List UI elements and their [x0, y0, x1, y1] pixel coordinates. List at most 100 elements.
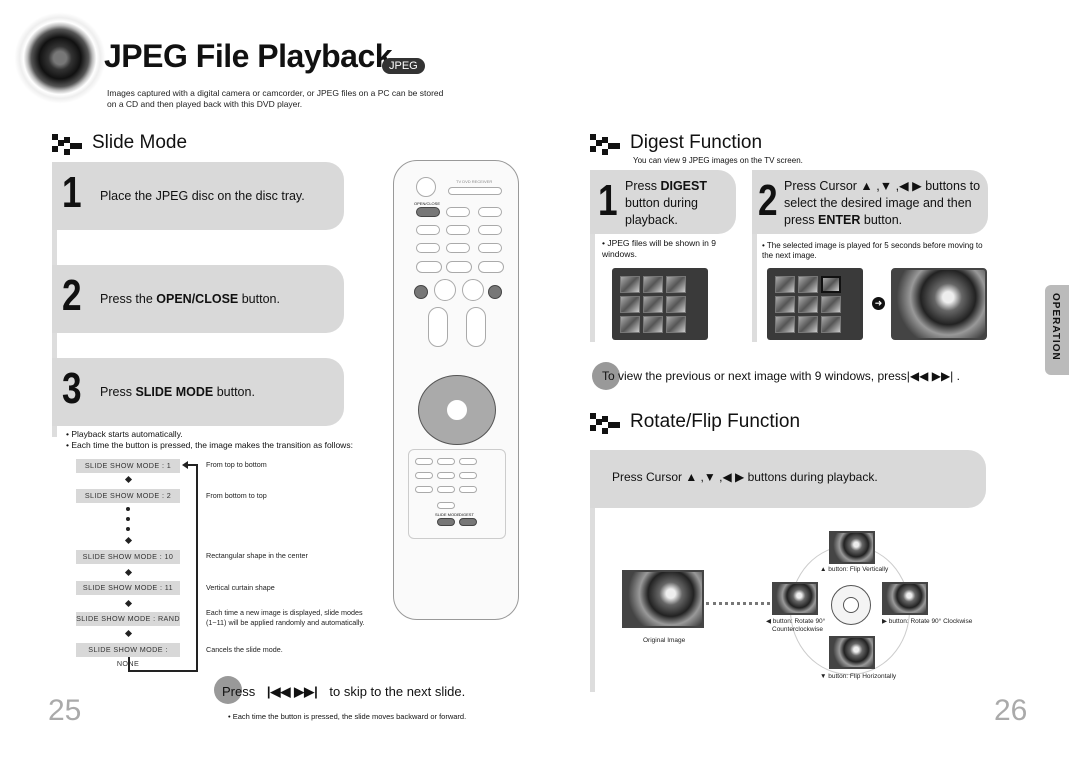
- key-2[interactable]: [437, 458, 455, 465]
- key-8[interactable]: [437, 486, 455, 493]
- slide-notes: • Playback starts automatically. • Each …: [66, 429, 353, 450]
- rotate-cw-image: [882, 582, 928, 615]
- flow-dot: [126, 527, 130, 531]
- step-number: 2: [758, 176, 778, 225]
- arrow-left-icon: [182, 461, 188, 469]
- cursor-pad-icon: [831, 585, 871, 625]
- section-arrows-icon: [590, 134, 624, 162]
- remote-label: TV DVD RECEIVER: [456, 179, 493, 184]
- digest-step-1-panel: 1 Press DIGEST button during playback.: [590, 170, 736, 234]
- flow-diamond: [124, 599, 133, 608]
- digest-note-2: • The selected image is played for 5 sec…: [762, 241, 983, 260]
- mode-desc: Cancels the slide mode.: [206, 645, 283, 654]
- dvd-button[interactable]: [416, 177, 436, 197]
- key-4[interactable]: [415, 472, 433, 479]
- digest-title: Digest Function: [630, 132, 763, 153]
- section-arrows-icon: [52, 134, 86, 162]
- mode-box: SLIDE SHOW MODE : RAND: [76, 612, 180, 626]
- stop-button[interactable]: [434, 279, 456, 301]
- dimmer-button[interactable]: [446, 207, 470, 217]
- repeat-button[interactable]: [478, 261, 504, 273]
- key-1[interactable]: [415, 458, 433, 465]
- page-title: JPEG File Playback: [104, 38, 393, 74]
- step-3-panel: 3 Press SLIDE MODE button.: [52, 358, 344, 426]
- play-pause-button[interactable]: [462, 279, 484, 301]
- rotate-ccw-image: [772, 582, 818, 615]
- left-caption: ◀ button: Rotate 90° Counterclockwise: [766, 618, 826, 633]
- loop-line: [196, 464, 198, 672]
- volume-rocker[interactable]: [428, 307, 448, 347]
- tuning-rocker[interactable]: [466, 307, 486, 347]
- intro-text: Images captured with a digital camera or…: [107, 88, 444, 109]
- step-number: 1: [598, 176, 618, 225]
- flow-diamond: [124, 629, 133, 638]
- skip-instruction: Press |◀◀ ▶▶| to skip to the next slide.: [222, 684, 466, 699]
- mode-desc: From bottom to top: [206, 491, 267, 500]
- step-button[interactable]: [416, 261, 442, 273]
- slow-button[interactable]: [446, 243, 470, 253]
- skip-note: • Each time the button is pressed, the s…: [228, 712, 467, 721]
- mode-box: SLIDE SHOW MODE : 2: [76, 489, 180, 503]
- original-image: [622, 570, 704, 628]
- key-6[interactable]: [459, 472, 477, 479]
- digest-top-button[interactable]: [446, 261, 472, 273]
- rotate-panel: Press Cursor ▲ ,▼ ,◀ ▶ buttons during pl…: [590, 450, 986, 508]
- right-caption: ▶ button: Rotate 90° Clockwise: [882, 618, 973, 625]
- digest-subtitle: You can view 9 JPEG images on the TV scr…: [633, 156, 803, 165]
- open-close-button[interactable]: [416, 207, 440, 217]
- prev-button[interactable]: [414, 285, 428, 299]
- step-number: 1: [62, 168, 82, 217]
- mode-box: SLIDE SHOW MODE : 10: [76, 550, 180, 564]
- remote-label: DIGEST: [459, 512, 474, 517]
- key-3[interactable]: [459, 458, 477, 465]
- mode-desc: From top to bottom: [206, 460, 267, 469]
- digest-tip: To view the previous or next image with …: [602, 369, 960, 383]
- ez-view-button[interactable]: [416, 243, 440, 253]
- step-number: 3: [62, 364, 82, 413]
- mode-switch[interactable]: [448, 187, 502, 195]
- enter-button[interactable]: [446, 399, 468, 421]
- next-button[interactable]: [488, 285, 502, 299]
- mode-box: SLIDE SHOW MODE : 1: [76, 459, 180, 473]
- flow-dot: [126, 507, 130, 511]
- band-button[interactable]: [446, 225, 470, 235]
- mode-button[interactable]: [478, 207, 502, 217]
- step-text: Press Cursor ▲ ,▼ ,◀ ▶ buttons to select…: [784, 179, 981, 227]
- section-arrows-icon: [590, 413, 624, 441]
- key-0[interactable]: [437, 502, 455, 509]
- slide-mode-title: Slide Mode: [92, 132, 188, 153]
- operation-tab: OPERATION: [1045, 285, 1069, 375]
- remote-label: SLIDE MODE: [435, 512, 460, 517]
- aux-button[interactable]: [478, 225, 502, 235]
- rotate-instruction: Press Cursor ▲ ,▼ ,◀ ▶ buttons during pl…: [612, 470, 878, 484]
- dvd-source-button[interactable]: [416, 225, 440, 235]
- step-number: 2: [62, 271, 82, 320]
- slide-mode-button[interactable]: [437, 518, 455, 526]
- key-9[interactable]: [459, 486, 477, 493]
- digest-button[interactable]: [459, 518, 477, 526]
- flow-dot: [126, 517, 130, 521]
- flip-vertical-image: [829, 531, 875, 564]
- arrow-right-icon: ➜: [872, 297, 885, 310]
- step-1-panel: 1 Place the JPEG disc on the disc tray.: [52, 162, 344, 230]
- mode-box: SLIDE SHOW MODE : NONE: [76, 643, 180, 668]
- flow-diamond: [124, 475, 133, 484]
- subtitle-button[interactable]: [478, 243, 502, 253]
- up-caption: ▲ button: Flip Vertically: [820, 566, 889, 573]
- remote-label: OPEN/CLOSE: [414, 201, 441, 206]
- step-2-panel: 2 Press the OPEN/CLOSE button.: [52, 265, 344, 333]
- mode-box: SLIDE SHOW MODE : 11: [76, 581, 180, 595]
- page-number-right: 26: [994, 694, 1028, 727]
- page-number-left: 25: [48, 694, 82, 727]
- mode-desc: Vertical curtain shape: [206, 583, 275, 592]
- digest-step-2-panel: 2 Press Cursor ▲ ,▼ ,◀ ▶ buttons to sele…: [752, 170, 988, 234]
- key-7[interactable]: [415, 486, 433, 493]
- digest-screen-2: [767, 268, 863, 340]
- down-caption: ▼ button: Flip Horizontally: [820, 673, 897, 680]
- keypad: SLIDE MODE DIGEST: [408, 449, 506, 539]
- step-text: Press SLIDE MODE button.: [100, 385, 255, 399]
- key-5[interactable]: [437, 472, 455, 479]
- flow-diamond: [124, 568, 133, 577]
- skip-buttons-icon: |◀◀ ▶▶|: [266, 684, 318, 699]
- remote-control: TV DVD RECEIVER OPEN/CLOSE SLIDE MODE DI…: [393, 160, 519, 620]
